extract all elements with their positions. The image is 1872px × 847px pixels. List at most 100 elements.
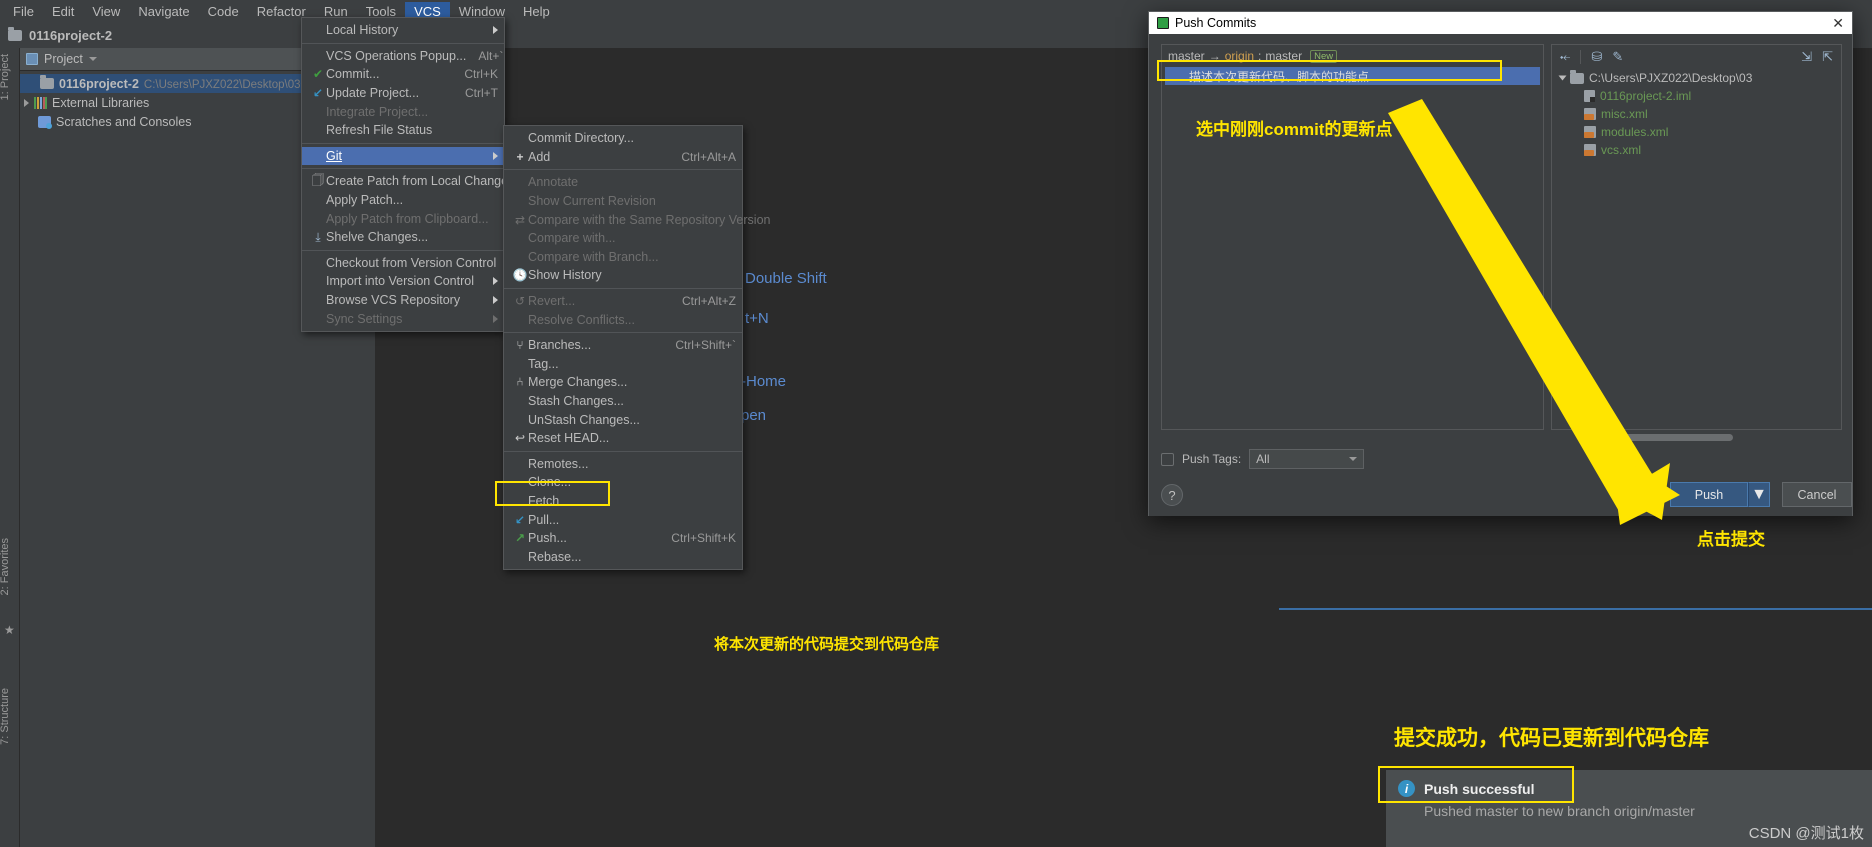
menu-item-show-history[interactable]: 🕓 Show History: [504, 266, 742, 285]
menu-item-checkout-from-vcs[interactable]: Checkout from Version Control: [302, 254, 510, 273]
menu-item-shelve-changes[interactable]: ⤓ Shelve Changes...: [302, 228, 504, 247]
menu-code[interactable]: Code: [199, 2, 248, 21]
menu-item-update-project[interactable]: ↙ Update Project... Ctrl+T: [302, 84, 504, 103]
project-icon: [26, 53, 38, 65]
menu-item-reset-head[interactable]: ↩ Reset HEAD...: [504, 429, 742, 448]
menu-item-merge-changes[interactable]: ⑃ Merge Changes...: [504, 373, 742, 392]
file-name: misc.xml: [1601, 107, 1648, 121]
menu-item-remotes[interactable]: Remotes...: [504, 455, 742, 474]
scrollbar-thumb[interactable]: [1593, 434, 1733, 441]
rail-favorites[interactable]: 2: Favorites: [0, 538, 19, 595]
file-row[interactable]: 0116project-2.iml: [1552, 87, 1841, 105]
push-tags-checkbox[interactable]: [1161, 452, 1174, 466]
menu-separator: [504, 287, 742, 289]
menu-item-refresh-file-status[interactable]: Refresh File Status: [302, 121, 504, 140]
chevron-down-icon[interactable]: [1558, 75, 1567, 81]
rail-structure[interactable]: 7: Structure: [0, 688, 19, 745]
files-horizontal-scrollbar[interactable]: [1551, 433, 1842, 442]
editor-hint: Double Shift: [745, 270, 827, 287]
menu-item-commit[interactable]: ✔ Commit... Ctrl+K: [302, 65, 504, 84]
push-commits-dialog[interactable]: Push Commits ✕ master → origin : master …: [1148, 11, 1853, 516]
menu-item-branches[interactable]: ⑂ Branches... Ctrl+Shift+`: [504, 336, 742, 355]
menu-edit[interactable]: Edit: [43, 2, 83, 21]
menu-item-git[interactable]: Git: [302, 146, 504, 166]
menu-item-fetch[interactable]: Fetch: [504, 492, 742, 511]
pull-icon: ↙: [514, 512, 526, 527]
chevron-down-icon[interactable]: [88, 57, 97, 61]
tree-node-label: 0116project-2: [59, 76, 139, 91]
menu-item-push[interactable]: ↗ Push... Ctrl+Shift+K: [504, 529, 742, 548]
menu-item-commit-directory[interactable]: Commit Directory...: [504, 129, 742, 148]
menu-item-add[interactable]: + Add Ctrl+Alt+A: [504, 148, 742, 167]
files-pane[interactable]: ⤝ ⛁ ✎ ⇲ ⇱ C:\Users\PJXZ022\Desktop\03 01…: [1551, 44, 1842, 430]
edit-icon[interactable]: ✎: [1612, 49, 1623, 65]
commits-pane[interactable]: master → origin : master New 描述本次更新代码、脚本…: [1161, 44, 1544, 430]
branch-target[interactable]: master: [1265, 49, 1302, 63]
menu-item-apply-patch[interactable]: Apply Patch...: [302, 191, 504, 210]
menu-item-label: Create Patch from Local Changes...: [326, 174, 525, 189]
menu-item-label: Merge Changes...: [528, 375, 628, 390]
commit-list-item[interactable]: 描述本次更新代码、脚本的功能点: [1165, 67, 1540, 85]
git-submenu[interactable]: Commit Directory... + Add Ctrl+Alt+A Ann…: [503, 125, 770, 571]
menu-item-rebase[interactable]: Rebase...: [504, 547, 742, 566]
menu-item-apply-patch-clipboard: Apply Patch from Clipboard...: [302, 209, 504, 228]
shelve-icon: ⤓: [315, 229, 321, 244]
help-button[interactable]: ?: [1161, 484, 1183, 506]
dialog-title-bar: Push Commits ✕: [1149, 12, 1852, 34]
app-icon: [1157, 17, 1169, 29]
menu-item-create-patch[interactable]: 🗍 Create Patch from Local Changes...: [302, 172, 525, 191]
close-icon[interactable]: ✕: [1832, 16, 1844, 30]
menu-item-import-into-vcs[interactable]: Import into Version Control: [302, 272, 504, 291]
push-dropdown-button[interactable]: ▼: [1748, 482, 1770, 507]
menu-item-stash-changes[interactable]: Stash Changes...: [504, 392, 742, 411]
group-by-icon[interactable]: ⛁: [1591, 49, 1602, 65]
chevron-right-icon[interactable]: [24, 98, 29, 107]
menu-item-compare-with-branch: Compare with Branch...: [504, 248, 742, 267]
menu-item-label: Show Current Revision: [528, 194, 656, 209]
menu-item-label: Integrate Project...: [326, 104, 429, 119]
menu-item-local-history[interactable]: Local History: [302, 21, 504, 40]
push-button[interactable]: Push: [1670, 482, 1748, 507]
compare-icon: ⇄: [514, 212, 526, 227]
show-diff-icon[interactable]: ⤝: [1560, 49, 1570, 65]
menu-item-label: Resolve Conflicts...: [528, 312, 635, 327]
file-row[interactable]: misc.xml: [1552, 105, 1841, 123]
menu-item-label: Annotate: [528, 175, 579, 190]
file-row[interactable]: vcs.xml: [1552, 141, 1841, 159]
menu-item-show-current-revision: Show Current Revision: [504, 192, 742, 211]
menu-item-clone[interactable]: Clone...: [504, 473, 742, 492]
collapse-all-icon[interactable]: ⇱: [1822, 49, 1833, 65]
menu-item-label: Pull...: [528, 512, 560, 527]
menu-item-shortcut: Alt+`: [478, 48, 504, 63]
file-tree-root[interactable]: C:\Users\PJXZ022\Desktop\03: [1552, 69, 1841, 87]
menu-item-vcs-operations-popup[interactable]: VCS Operations Popup... Alt+`: [302, 47, 504, 66]
expand-all-icon[interactable]: ⇲: [1801, 49, 1812, 65]
menu-item-tag[interactable]: Tag...: [504, 355, 742, 374]
push-tags-select[interactable]: All: [1249, 449, 1365, 469]
rail-project[interactable]: 1: Project: [0, 54, 19, 100]
menu-navigate[interactable]: Navigate: [129, 2, 198, 21]
chevron-down-icon: [1349, 457, 1358, 461]
branch-remote[interactable]: origin: [1225, 49, 1254, 63]
menu-item-shortcut: Ctrl+Alt+Z: [681, 294, 736, 309]
vcs-dropdown-menu[interactable]: Local History VCS Operations Popup... Al…: [301, 17, 525, 332]
menu-item-shortcut: Ctrl+Shift+`: [675, 338, 736, 353]
menu-item-pull[interactable]: ↙ Pull...: [504, 510, 742, 529]
menu-item-browse-vcs-repository[interactable]: Browse VCS Repository: [302, 291, 504, 310]
menu-separator: [302, 142, 504, 144]
menu-help[interactable]: Help: [514, 2, 559, 21]
tree-node-label: Scratches and Consoles: [56, 114, 192, 129]
menu-item-shortcut: Ctrl+K: [464, 67, 498, 82]
menu-file[interactable]: File: [4, 2, 43, 21]
branch-row[interactable]: master → origin : master New: [1162, 45, 1543, 66]
dialog-title: Push Commits: [1175, 16, 1257, 30]
breadcrumb-project[interactable]: 0116project-2: [29, 28, 112, 43]
menu-item-unstash-changes[interactable]: UnStash Changes...: [504, 410, 742, 429]
file-row[interactable]: modules.xml: [1552, 123, 1841, 141]
cancel-button[interactable]: Cancel: [1782, 482, 1852, 507]
plus-icon: +: [516, 149, 524, 164]
menu-view[interactable]: View: [83, 2, 129, 21]
xml-file-icon: [1584, 144, 1596, 156]
annotation-click-submit: 点击提交: [1697, 530, 1765, 549]
menu-item-label: Apply Patch from Clipboard...: [326, 211, 489, 226]
